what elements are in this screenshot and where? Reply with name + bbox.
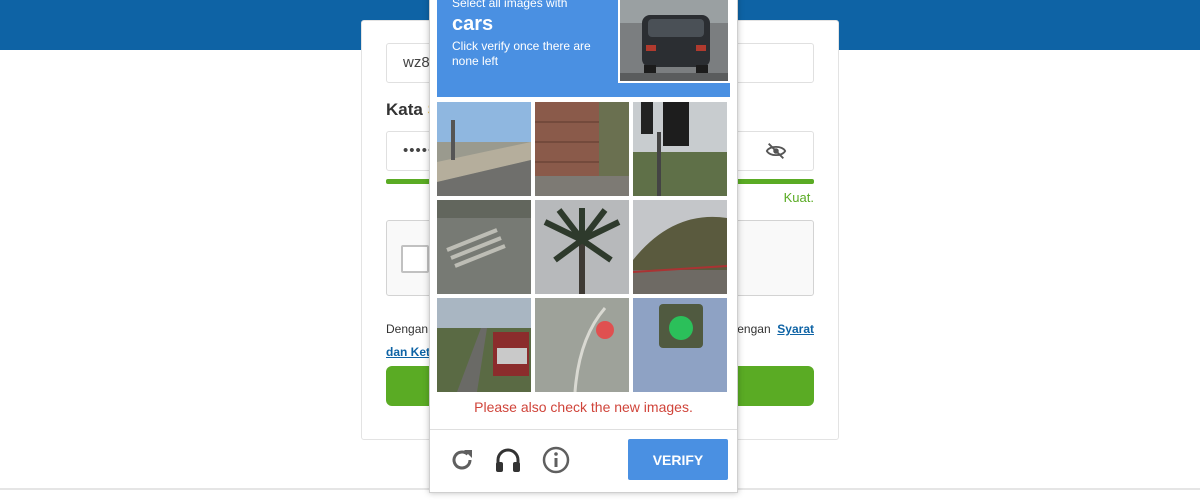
captcha-tile-8[interactable] bbox=[535, 298, 629, 392]
password-strength-label: Kuat. bbox=[783, 190, 814, 205]
captcha-tile-7[interactable] bbox=[437, 298, 531, 392]
captcha-header: Select all images with cars Click verify… bbox=[437, 0, 730, 97]
reload-icon[interactable] bbox=[447, 445, 477, 475]
eye-slash-icon[interactable] bbox=[765, 140, 787, 162]
terms-link-2[interactable]: dan Ket bbox=[386, 340, 430, 364]
captcha-tile-9[interactable] bbox=[633, 298, 727, 392]
captcha-instruction: Select all images with bbox=[452, 0, 568, 10]
captcha-target-label: cars bbox=[452, 13, 494, 35]
captcha-tile-6[interactable] bbox=[633, 200, 727, 294]
captcha-sample-image bbox=[618, 0, 730, 83]
captcha-tile-3[interactable] bbox=[633, 102, 727, 196]
captcha-challenge-popup: Select all images with cars Click verify… bbox=[429, 0, 738, 493]
captcha-subinstruction: Click verify once there are none left bbox=[452, 39, 591, 68]
verify-button[interactable]: VERIFY bbox=[628, 439, 728, 480]
captcha-footer-divider bbox=[430, 429, 737, 430]
captcha-tile-2[interactable] bbox=[535, 102, 629, 196]
captcha-tile-5[interactable] bbox=[535, 200, 629, 294]
info-icon[interactable] bbox=[541, 445, 571, 475]
headphones-icon[interactable] bbox=[493, 445, 523, 475]
captcha-tile-1[interactable] bbox=[437, 102, 531, 196]
captcha-error-message: Please also check the new images. bbox=[474, 399, 693, 415]
captcha-tile-4[interactable] bbox=[437, 200, 531, 294]
recaptcha-checkbox[interactable] bbox=[401, 245, 429, 273]
terms-link[interactable]: Syarat bbox=[777, 322, 814, 336]
